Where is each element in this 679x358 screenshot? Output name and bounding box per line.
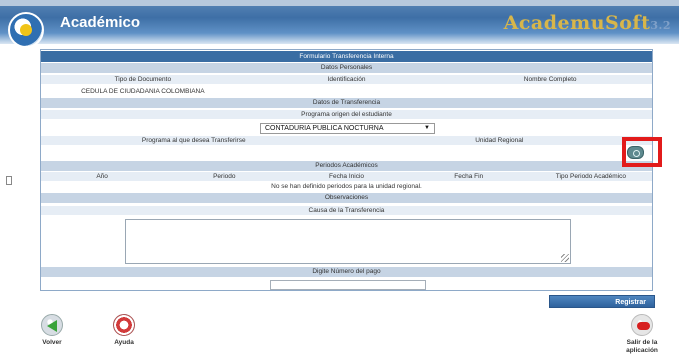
salir-label: Salir de la aplicación [626, 339, 658, 354]
datos-personales-row: CEDULA DE CIUDADANIA COLOMBIANA [41, 87, 652, 96]
pago-label: Digite Número del pago [41, 267, 652, 277]
transfer-target-header: Programa al que desea Transferirse Unida… [41, 136, 652, 145]
value-nombre-completo [448, 87, 652, 96]
section-datos-personales: Datos Personales [41, 63, 652, 73]
col-nombre-completo: Nombre Completo [523, 76, 577, 83]
app-header: Académico AcademuSoft3.2 [0, 0, 679, 48]
side-handle[interactable] [6, 176, 12, 185]
brand-version: 3.2 [650, 19, 671, 32]
volver-label: Volver [42, 339, 62, 346]
back-arrow-icon [41, 314, 63, 336]
value-identificacion [245, 87, 449, 96]
exit-icon [631, 314, 653, 336]
brand-name: AcademuSoft [503, 12, 651, 34]
header-top-strip [0, 0, 679, 6]
col-fecha-fin: Fecha Fin [454, 173, 484, 180]
col-periodo: Periodo [213, 173, 236, 180]
academico-logo-icon [8, 12, 44, 48]
pago-input[interactable] [270, 280, 426, 290]
col-fecha-inicio: Fecha Inicio [328, 173, 365, 180]
datos-personales-header: Tipo de Documento Identificación Nombre … [41, 75, 652, 84]
section-periodos: Periodos Académicos [41, 161, 652, 171]
periodos-header: Año Periodo Fecha Inicio Fecha Fin Tipo … [41, 172, 652, 181]
ayuda-button[interactable]: Ayuda [106, 314, 142, 346]
periodos-empty-message: No se han definido periodos para la unid… [271, 183, 422, 190]
form-title: Formulario Transferencia Interna [41, 51, 652, 62]
section-observaciones: Observaciones [41, 193, 652, 203]
transfer-form: Formulario Transferencia Interna Datos P… [40, 49, 653, 291]
col-tipo-periodo: Tipo Periodo Académico [555, 173, 627, 180]
col-tipo-documento: Tipo de Documento [114, 76, 172, 83]
section-datos-transferencia: Datos de Transferencia [41, 98, 652, 108]
lifebuoy-icon [113, 314, 135, 336]
resize-handle-icon[interactable] [561, 254, 569, 262]
registrar-button[interactable]: Registrar [549, 295, 655, 308]
ayuda-label: Ayuda [114, 339, 134, 346]
col-anio: Año [96, 173, 108, 180]
app-title: Académico [60, 14, 141, 31]
col-identificacion: Identificación [327, 76, 366, 83]
unidad-regional-label: Unidad Regional [475, 137, 524, 144]
value-tipo-documento: CEDULA DE CIUDADANIA COLOMBIANA [81, 88, 205, 95]
brand-logo: AcademuSoft3.2 [504, 12, 671, 34]
causa-transferencia-label: Causa de la Transferencia [41, 206, 652, 215]
programa-origen-label: Programa origen del estudiante [41, 110, 652, 119]
footer-toolbar: Volver Ayuda Salir de la aplicación [0, 314, 679, 358]
programa-origen-value: CONTADURIA PUBLICA NOCTURNA [265, 125, 384, 132]
causa-transferencia-textarea[interactable] [125, 219, 571, 264]
salir-button[interactable]: Salir de la aplicación [616, 314, 668, 355]
programa-origen-select[interactable]: CONTADURIA PUBLICA NOCTURNA ▼ [260, 123, 435, 134]
programa-destino-label: Programa al que desea Transferirse [141, 137, 246, 144]
chevron-down-icon: ▼ [424, 125, 430, 131]
highlight-box [622, 137, 662, 167]
volver-button[interactable]: Volver [34, 314, 70, 346]
